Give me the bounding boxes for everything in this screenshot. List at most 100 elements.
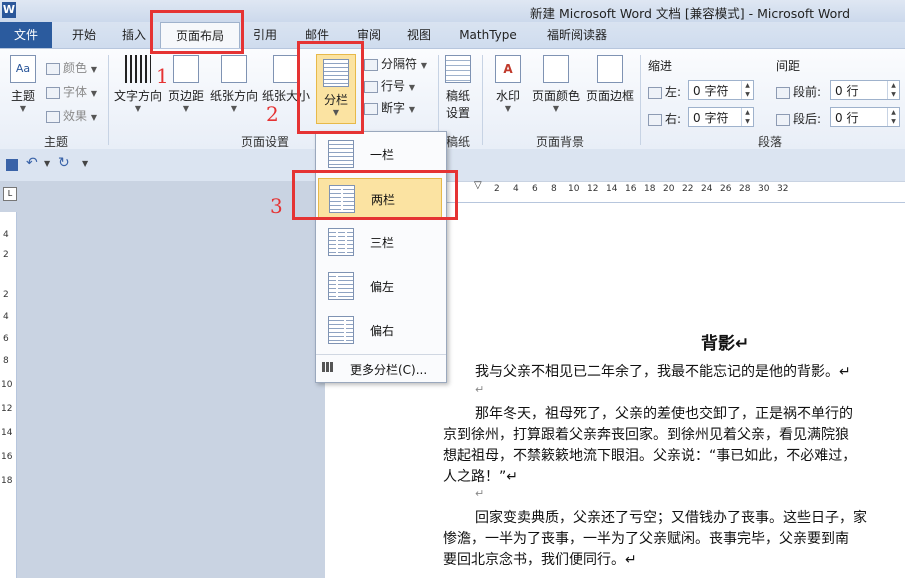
line-numbers-button[interactable]: 行号 ▼ bbox=[364, 77, 415, 94]
margins-button[interactable]: 页边距 ▼ bbox=[166, 55, 206, 113]
orientation-button[interactable]: 纸张方向 ▼ bbox=[208, 55, 260, 113]
themes-button[interactable]: Aa 主题 ▼ bbox=[6, 55, 40, 113]
spacing-heading: 间距 bbox=[776, 59, 801, 73]
indent-right-value: 0 字符 bbox=[693, 111, 729, 125]
orientation-icon bbox=[221, 55, 247, 83]
page-color-button[interactable]: 页面颜色 ▼ bbox=[530, 55, 582, 113]
ruler-number: 30 bbox=[758, 184, 770, 194]
spacing-after-input[interactable]: 0 行 ▲ ▼ bbox=[830, 107, 900, 127]
breaks-button[interactable]: 分隔符 ▼ bbox=[364, 55, 427, 72]
ribbon: Aa 主题 ▼ 颜色 ▼ 字体 ▼ 效果 ▼ 主题 文字方向 ▼ 页边距 ▼ 纸张方向… bbox=[0, 48, 905, 150]
title-bar: W 新建 Microsoft Word 文档 [兼容模式] - Microsof… bbox=[0, 0, 905, 22]
watermark-button[interactable]: A 水印 ▼ bbox=[490, 55, 526, 113]
line-numbers-label: 行号 bbox=[381, 79, 406, 93]
tab-selector-icon[interactable]: L bbox=[3, 187, 17, 201]
manuscript-label-1: 稿纸 bbox=[445, 89, 470, 103]
ruler-number: 10 bbox=[1, 380, 13, 390]
spin-arrows-icon[interactable]: ▲ ▼ bbox=[887, 108, 899, 126]
customize-toolbar-icon[interactable]: ▼ bbox=[82, 159, 88, 168]
tab-references[interactable]: 引用 bbox=[243, 22, 287, 48]
spacing-after-icon bbox=[776, 113, 790, 126]
ruler-number: 20 bbox=[663, 184, 675, 194]
columns-dropdown: 一栏 两栏 三栏 偏左 偏右 更多分栏(C)... bbox=[315, 131, 447, 383]
undo-icon[interactable]: ↶ bbox=[26, 155, 38, 171]
tab-view[interactable]: 视图 bbox=[397, 22, 441, 48]
menu-item-right[interactable]: 偏右 bbox=[318, 310, 442, 350]
theme-colors-button[interactable]: 颜色 ▼ bbox=[46, 59, 97, 76]
menu-item-left[interactable]: 偏左 bbox=[318, 266, 442, 306]
undo-dropdown-icon[interactable]: ▼ bbox=[44, 159, 50, 168]
ruler-number: 26 bbox=[720, 184, 732, 194]
ruler-number: 16 bbox=[1, 452, 13, 462]
document-title: 背影↵ bbox=[701, 334, 750, 354]
spacing-before-icon bbox=[776, 86, 790, 99]
paragraph-group-label: 段落 bbox=[757, 135, 782, 149]
text-direction-icon bbox=[125, 55, 151, 83]
spin-arrows-icon[interactable]: ▲ ▼ bbox=[741, 108, 753, 126]
page-color-label: 页面颜色 bbox=[531, 89, 580, 103]
menu-item-more-columns[interactable]: 更多分栏(C)... bbox=[318, 356, 442, 380]
theme-fonts-button[interactable]: 字体 ▼ bbox=[46, 83, 97, 100]
ruler-number: 12 bbox=[1, 404, 13, 414]
page-setup-group-label: 页面设置 bbox=[240, 135, 289, 149]
theme-group-label: 主题 bbox=[43, 135, 68, 149]
margins-label: 页边距 bbox=[167, 89, 204, 103]
indent-marker-icon[interactable]: ▽ bbox=[474, 180, 482, 191]
menu-item-one-column[interactable]: 一栏 bbox=[318, 134, 442, 174]
effects-icon bbox=[46, 110, 60, 123]
group-divider bbox=[482, 55, 483, 145]
vertical-ruler[interactable]: 4 2 2 4 6 8 10 12 14 16 18 bbox=[0, 212, 17, 578]
menu-item-label: 偏左 bbox=[370, 280, 395, 294]
tab-foxit[interactable]: 福昕阅读器 bbox=[538, 22, 616, 48]
ruler-number: 16 bbox=[625, 184, 637, 194]
themes-icon: Aa bbox=[10, 55, 36, 83]
step-number-3: 3 bbox=[270, 194, 283, 218]
size-icon bbox=[273, 55, 299, 83]
redo-icon[interactable]: ↻ bbox=[58, 155, 70, 171]
hyphenation-button[interactable]: 断字 ▼ bbox=[364, 99, 415, 116]
breaks-icon bbox=[364, 58, 378, 71]
manuscript-settings-button[interactable]: 稿纸 设置 bbox=[442, 55, 474, 121]
indent-left-icon bbox=[648, 86, 662, 99]
menu-item-label: 一栏 bbox=[370, 148, 395, 162]
page-borders-icon bbox=[597, 55, 623, 83]
manuscript-label-2: 设置 bbox=[445, 106, 470, 120]
colors-icon bbox=[46, 62, 60, 75]
step-number-1: 1 bbox=[156, 64, 169, 88]
paragraph-line: 京到徐州，打算跟着父亲奔丧回家。到徐州见着父亲，看见满院狼 bbox=[443, 427, 849, 443]
spin-arrows-icon[interactable]: ▲ ▼ bbox=[887, 81, 899, 99]
left-column-icon bbox=[328, 272, 354, 300]
theme-effects-button[interactable]: 效果 ▼ bbox=[46, 107, 97, 124]
ruler-number: 10 bbox=[568, 184, 580, 194]
annotation-box-columns bbox=[297, 41, 364, 134]
indent-left-input[interactable]: 0 字符 ▲ ▼ bbox=[688, 80, 754, 100]
menu-item-label: 偏右 bbox=[370, 324, 395, 338]
ruler-number: 6 bbox=[3, 334, 9, 344]
indent-right-icon bbox=[648, 113, 662, 126]
ruler-number: 14 bbox=[1, 428, 13, 438]
tab-file[interactable]: 文件 bbox=[0, 22, 52, 48]
step-number-2: 2 bbox=[266, 102, 279, 126]
watermark-icon: A bbox=[495, 55, 521, 83]
menu-item-label: 更多分栏(C)... bbox=[350, 363, 428, 377]
text-direction-label: 文字方向 bbox=[113, 89, 162, 103]
tab-mathtype[interactable]: MathType bbox=[452, 22, 524, 48]
spin-arrows-icon[interactable]: ▲ ▼ bbox=[741, 81, 753, 99]
ruler-number: 8 bbox=[3, 356, 9, 366]
save-icon[interactable] bbox=[6, 159, 18, 171]
group-divider bbox=[108, 55, 109, 145]
ruler-number: 4 bbox=[3, 312, 9, 322]
tab-home[interactable]: 开始 bbox=[62, 22, 106, 48]
page-borders-button[interactable]: 页面边框 bbox=[584, 55, 636, 104]
hyphenation-icon bbox=[364, 102, 378, 115]
ruler-number: 14 bbox=[606, 184, 618, 194]
page-background-group-label: 页面背景 bbox=[535, 135, 584, 149]
spacing-before-input[interactable]: 0 行 ▲ ▼ bbox=[830, 80, 900, 100]
annotation-box-page-layout bbox=[150, 10, 244, 54]
indent-right-input[interactable]: 0 字符 ▲ ▼ bbox=[688, 107, 754, 127]
paragraph-mark: ↵ bbox=[475, 383, 485, 396]
page-color-icon bbox=[543, 55, 569, 83]
spacing-before-value: 0 行 bbox=[835, 84, 859, 98]
paragraph-line: 想起祖母，不禁簌簌地流下眼泪。父亲说：“事已如此，不必难过， bbox=[443, 448, 857, 464]
menu-item-three-columns[interactable]: 三栏 bbox=[318, 222, 442, 262]
